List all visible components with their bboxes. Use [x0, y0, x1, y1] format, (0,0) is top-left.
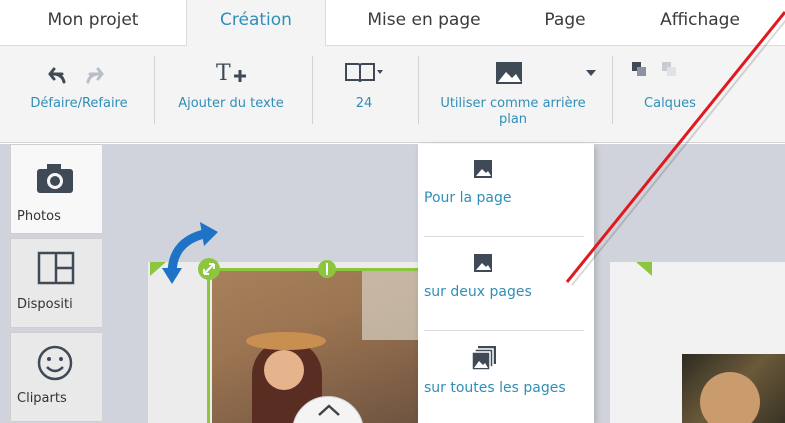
toolbar-divider	[154, 56, 155, 124]
undo-redo-label[interactable]: Défaire/Refaire	[6, 96, 152, 111]
height-handle[interactable]	[318, 260, 336, 278]
redo-icon[interactable]	[86, 67, 104, 84]
page-count-label: 24	[355, 96, 373, 111]
right-page-photo[interactable]	[682, 354, 785, 423]
toolbar: Défaire/Refaire T Ajouter du texte 24 Ut…	[0, 46, 785, 143]
layout-icon	[37, 251, 75, 285]
layers-group: Calques	[616, 46, 724, 143]
chevron-down-icon[interactable]	[584, 68, 598, 78]
camera-icon	[37, 164, 73, 193]
add-text-button[interactable]: T Ajouter du texte	[156, 46, 306, 143]
undo-redo-icons	[48, 67, 104, 84]
toolbar-divider	[312, 56, 313, 124]
use-as-background-label-2: plan	[498, 112, 528, 127]
sidebar-item-cliparts[interactable]: Cliparts	[10, 332, 102, 422]
sidebar-item-photos[interactable]: Photos	[10, 144, 102, 234]
chevron-up-icon	[318, 404, 340, 416]
add-text-label: Ajouter du texte	[178, 96, 284, 111]
image-icon	[474, 160, 492, 178]
image-icon	[474, 254, 492, 272]
use-as-background-label: Utiliser comme arrière	[440, 96, 586, 111]
tab-mise-en-page[interactable]: Mise en page	[344, 0, 504, 46]
corner-marker-icon	[150, 262, 166, 276]
sidebar-item-label: Photos	[17, 209, 61, 224]
bring-forward-icon[interactable]	[632, 62, 646, 76]
page-count-button[interactable]: 24	[316, 46, 412, 143]
tab-page[interactable]: Page	[520, 0, 610, 46]
layers-label: Calques	[644, 96, 696, 111]
book-icon	[345, 63, 383, 83]
tab-affichage[interactable]: Affichage	[640, 0, 760, 46]
photo-face	[700, 372, 760, 423]
smiley-icon	[37, 345, 73, 381]
undo-icon[interactable]	[48, 67, 66, 84]
scroll-up-button[interactable]	[292, 396, 364, 423]
layers-icons	[632, 62, 676, 76]
undo-redo-group: Défaire/Refaire	[6, 46, 152, 143]
image-background-icon	[496, 62, 522, 84]
sidebar: Photos Dispositi Cliparts	[10, 144, 102, 423]
tab-mon-projet[interactable]: Mon projet	[18, 0, 168, 46]
dropdown-divider	[424, 330, 584, 331]
dropdown-item-label: sur deux pages	[424, 284, 532, 300]
send-backward-icon[interactable]	[662, 62, 676, 76]
rotate-icon[interactable]	[160, 222, 230, 292]
dropdown-divider	[424, 236, 584, 237]
sidebar-item-label: Cliparts	[17, 391, 67, 406]
dropdown-item-label: sur toutes les pages	[424, 380, 566, 396]
vertical-resize-icon	[326, 263, 328, 275]
images-stack-icon	[471, 346, 496, 371]
sidebar-item-label: Dispositi	[17, 297, 73, 312]
add-text-icon: T	[216, 61, 246, 86]
canvas-area[interactable]	[0, 144, 785, 423]
corner-marker-icon	[636, 262, 652, 276]
sidebar-item-dispositions[interactable]: Dispositi	[10, 238, 102, 328]
tab-creation[interactable]: Création	[186, 0, 326, 47]
background-dropdown: Pour la page sur deux pages sur toutes l…	[418, 144, 594, 423]
toolbar-divider	[612, 56, 613, 124]
svg-text:T: T	[216, 61, 231, 86]
tab-bar: Mon projet Création Mise en page Page Af…	[0, 0, 785, 47]
use-as-background-button[interactable]: Utiliser comme arrière plan	[420, 46, 606, 143]
toolbar-divider	[418, 56, 419, 124]
dropdown-item-label: Pour la page	[424, 190, 512, 206]
